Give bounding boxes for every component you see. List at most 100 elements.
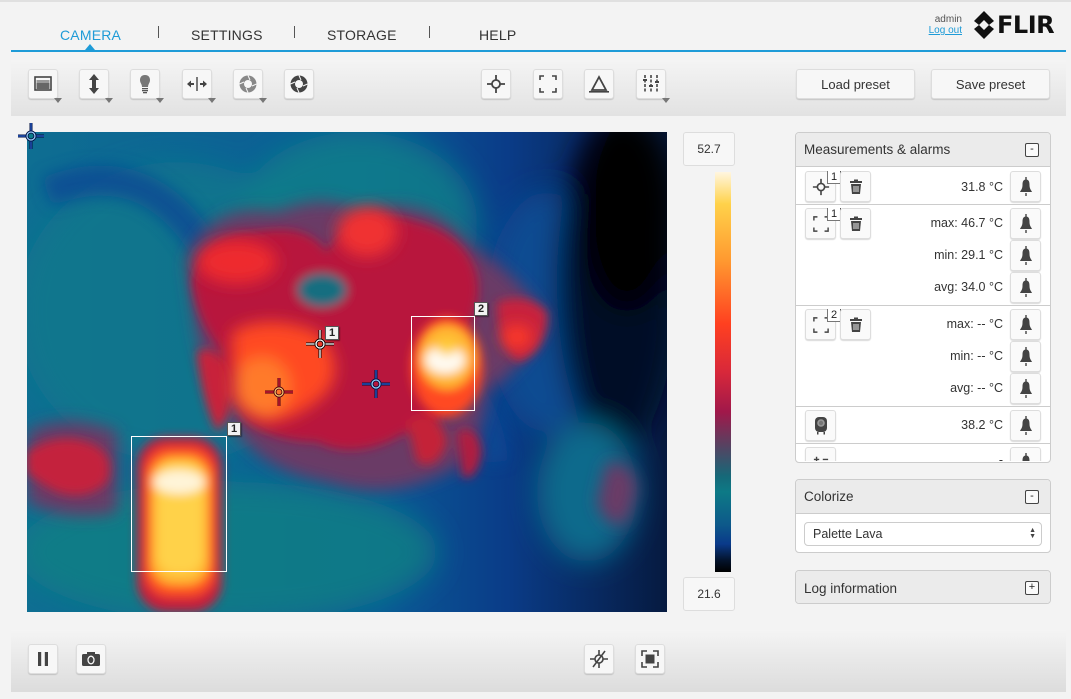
aperture-button[interactable]: [233, 69, 267, 103]
flir-logo-text: FLIR: [997, 11, 1055, 39]
bottom-toolbar: [11, 630, 1066, 692]
colorize-panel-title: Colorize: [804, 489, 854, 504]
box-1-badge: 1: [827, 208, 841, 221]
box-2-max-alarm-button[interactable]: [1010, 309, 1041, 340]
measurements-panel: Measurements & alarms - 1 31.8 °C 1 max:…: [795, 132, 1051, 463]
delta-tool-icon: [589, 75, 609, 93]
delete-spot-1-button[interactable]: [840, 171, 871, 202]
trash-icon: [849, 179, 862, 194]
nuc-button[interactable]: [284, 69, 314, 99]
delta-alarm-button[interactable]: [1010, 447, 1041, 461]
box-1-max-alarm-button[interactable]: [1010, 208, 1041, 239]
log-information-panel: Log information +: [795, 570, 1051, 604]
tab-storage[interactable]: STORAGE: [327, 27, 397, 43]
box-1-min-value: min: 29.1 °C: [934, 248, 1003, 262]
log-panel-header[interactable]: Log information +: [796, 571, 1050, 603]
bell-icon: [1019, 245, 1032, 265]
box-1-min-alarm-button[interactable]: [1010, 240, 1041, 271]
measurement-row-box-2: 2 max: -- °C min: -- °C avg: -- °C: [796, 306, 1050, 407]
hide-overlay-icon: [590, 650, 608, 668]
spot-1-badge: 1: [827, 171, 841, 184]
nav-separator: [429, 26, 430, 38]
internal-temp-value: 38.2 °C: [961, 418, 1003, 432]
spot-1-button[interactable]: 1: [805, 171, 841, 202]
spot-1-alarm-button[interactable]: [1010, 171, 1041, 202]
box-1-avg-value: avg: 34.0 °C: [934, 280, 1003, 294]
box-2-min-value: min: -- °C: [950, 349, 1003, 363]
delta-button[interactable]: [805, 447, 836, 461]
collapse-colorize-button[interactable]: -: [1025, 490, 1039, 504]
box-1-avg-alarm-button[interactable]: [1010, 272, 1041, 303]
dropdown-arrow-icon: [208, 98, 216, 103]
adjust-button[interactable]: [636, 69, 670, 103]
bell-icon: [1019, 346, 1032, 366]
delete-box-2-button[interactable]: [840, 309, 871, 340]
user-info: admin Log out: [929, 14, 962, 36]
load-preset-button[interactable]: Load preset: [796, 69, 915, 99]
lamp-button[interactable]: [130, 69, 164, 103]
scale-max-value[interactable]: 52.7: [683, 132, 735, 166]
tab-settings[interactable]: SETTINGS: [191, 27, 263, 43]
measurements-panel-header[interactable]: Measurements & alarms -: [796, 133, 1050, 167]
trash-icon: [849, 216, 862, 231]
tab-camera[interactable]: CAMERA: [60, 27, 121, 43]
nuc-icon: [290, 75, 308, 93]
focus-button[interactable]: [79, 69, 113, 103]
palette-scale-bar: [715, 172, 731, 572]
measurement-box-1[interactable]: [131, 436, 227, 572]
measurement-list[interactable]: 1 31.8 °C 1 max: 46.7 °C min: 29.1 °C av…: [796, 167, 1050, 461]
flir-logo: FLIR: [973, 10, 1055, 40]
colorize-panel-header[interactable]: Colorize -: [796, 480, 1050, 514]
select-arrows-icon: ▲ ▼: [1029, 527, 1036, 540]
box-2-button[interactable]: 2: [805, 309, 841, 340]
bell-icon: [1019, 378, 1032, 398]
internal-temp-button[interactable]: [805, 410, 836, 441]
bell-icon: [1019, 213, 1032, 233]
scale-min-value[interactable]: 21.6: [683, 577, 735, 611]
colorize-panel: Colorize - Palette Lava ▲ ▼: [795, 479, 1051, 553]
logout-link[interactable]: Log out: [929, 25, 962, 36]
snapshot-button[interactable]: [76, 644, 106, 674]
save-preset-button[interactable]: Save preset: [931, 69, 1050, 99]
bell-icon: [1019, 314, 1032, 334]
add-delta-button[interactable]: [584, 69, 614, 99]
pause-icon: [38, 652, 48, 666]
add-spot-button[interactable]: [481, 69, 511, 99]
image-mode-button[interactable]: [28, 69, 62, 103]
spot-1-label: 1: [325, 326, 339, 340]
hot-spot-marker: [265, 378, 293, 406]
log-panel-title: Log information: [804, 580, 898, 596]
fullscreen-button[interactable]: [635, 644, 665, 674]
measurement-box-2[interactable]: [411, 316, 475, 411]
expand-log-button[interactable]: +: [1025, 581, 1039, 595]
delta-icon: [813, 456, 828, 461]
box-1-button[interactable]: 1: [805, 208, 841, 239]
delete-box-1-button[interactable]: [840, 208, 871, 239]
box-2-badge: 2: [827, 309, 841, 322]
add-box-button[interactable]: [533, 69, 563, 99]
fusion-button[interactable]: [182, 69, 216, 103]
box-2-min-alarm-button[interactable]: [1010, 341, 1041, 372]
snapshot-icon: [82, 652, 100, 666]
spot-tool-icon: [487, 75, 505, 93]
fusion-icon: [187, 77, 207, 91]
box-2-avg-value: avg: -- °C: [950, 381, 1003, 395]
hide-overlay-button[interactable]: [584, 644, 614, 674]
pause-button[interactable]: [28, 644, 58, 674]
flir-diamond-icon: [974, 11, 994, 39]
palette-select[interactable]: Palette Lava ▲ ▼: [804, 522, 1042, 546]
focus-icon: [89, 74, 99, 94]
internal-temp-alarm-button[interactable]: [1010, 410, 1041, 441]
collapse-measurements-button[interactable]: -: [1025, 143, 1039, 157]
dropdown-arrow-icon: [662, 98, 670, 103]
box-2-avg-alarm-button[interactable]: [1010, 373, 1041, 404]
lamp-icon: [140, 75, 150, 94]
tab-help[interactable]: HELP: [479, 27, 516, 43]
delta-value: -: [998, 453, 1003, 461]
adjust-icon: [643, 75, 659, 93]
thermal-image[interactable]: 1 2 1: [27, 132, 667, 612]
measurements-panel-title: Measurements & alarms: [804, 142, 951, 157]
spot-1-value: 31.8 °C: [961, 180, 1003, 194]
image-mode-icon: [34, 76, 52, 91]
nav-separator: [158, 26, 159, 38]
